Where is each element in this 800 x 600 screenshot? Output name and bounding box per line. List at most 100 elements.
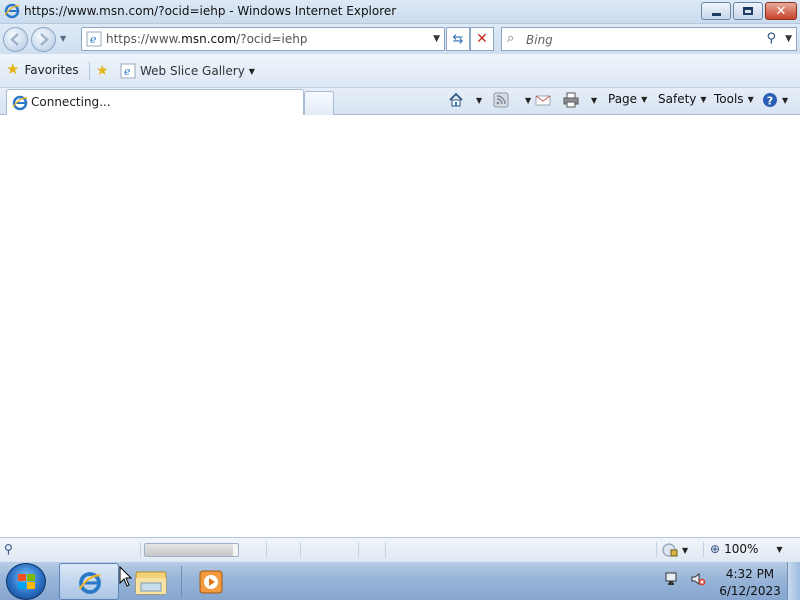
tab-active[interactable]: Connecting... [6, 89, 304, 115]
progress-fill [145, 544, 234, 556]
zoom-icon: ⊕ [710, 542, 721, 556]
status-divider [140, 542, 141, 558]
clock-time: 4:32 PM [725, 567, 775, 581]
help-button[interactable]: ? ▼ [762, 92, 788, 108]
feeds-button[interactable]: ▼ [493, 92, 531, 108]
status-divider [300, 542, 301, 558]
forward-arrow-icon [40, 33, 49, 46]
address-bar[interactable]: e https://www.msn.com/?ocid=iehp ▼ [81, 27, 445, 51]
progress-bar [144, 543, 239, 557]
mail-icon [535, 92, 551, 108]
protected-mode-button[interactable]: ▼ [662, 542, 688, 558]
windows-logo-icon [18, 574, 36, 590]
close-icon: ✕ [775, 3, 787, 19]
recent-pages-dropdown-icon[interactable]: ▼ [60, 34, 66, 43]
taskbar-windows-explorer[interactable] [132, 566, 170, 598]
favorites-bar: ★ Favorites ★ e Web Slice Gallery ▼ [0, 54, 800, 88]
close-button[interactable]: ✕ [765, 2, 797, 20]
page-content[interactable] [0, 116, 800, 537]
chevron-down-icon: ▼ [248, 66, 255, 76]
page-menu[interactable]: Page ▼ [608, 92, 647, 106]
status-divider [358, 542, 359, 558]
zoom-level: 100% [724, 542, 759, 556]
home-icon [448, 92, 464, 108]
forward-button[interactable] [31, 27, 56, 52]
ie-icon [78, 571, 102, 595]
chevron-down-icon: ▼ [747, 94, 754, 104]
chevron-down-icon: ▼ [591, 95, 598, 105]
svg-text:?: ? [767, 95, 773, 108]
rss-feed-icon [493, 92, 509, 108]
volume-muted-icon[interactable] [690, 571, 706, 587]
help-icon: ? [762, 92, 778, 108]
ie-loading-icon [12, 95, 28, 111]
taskbar-divider [181, 566, 182, 598]
folder-icon [135, 571, 167, 595]
stop-icon: ✕ [476, 31, 488, 47]
status-divider [656, 542, 657, 558]
notification-area [664, 571, 706, 587]
chevron-down-icon: ▼ [782, 95, 789, 105]
media-player-icon [199, 570, 223, 594]
stop-button[interactable]: ✕ [470, 27, 494, 51]
svg-text:e: e [124, 65, 131, 78]
minimize-button[interactable] [701, 2, 731, 20]
ie-icon [4, 3, 20, 19]
web-slice-gallery-link[interactable]: e Web Slice Gallery ▼ [120, 63, 255, 79]
tools-menu-label: Tools [714, 92, 744, 106]
safety-menu-label: Safety [658, 92, 697, 106]
tab-label: Connecting... [31, 95, 111, 109]
clock[interactable]: 4:32 PM 6/12/2023 [710, 566, 790, 600]
minimize-icon [711, 12, 721, 16]
search-icon[interactable]: ⚲ [766, 31, 776, 46]
ie-page-icon: e [86, 31, 102, 47]
address-dropdown-icon[interactable]: ▼ [433, 34, 440, 44]
title-bar: https://www.msn.com/?ocid=iehp - Windows… [0, 0, 800, 24]
taskbar-internet-explorer[interactable] [59, 563, 119, 600]
status-bar: ⚲ ▼ ⊕ 100% ▼ [0, 537, 800, 561]
status-divider [703, 542, 704, 558]
chevron-down-icon: ▼ [700, 94, 707, 104]
page-menu-label: Page [608, 92, 638, 106]
tab-row: Connecting... ▼ ▼ ▼ Page ▼ Safety ▼ Tool… [0, 88, 800, 115]
tools-menu[interactable]: Tools ▼ [714, 92, 754, 106]
search-options-dropdown-icon[interactable]: ▼ [785, 34, 792, 44]
chevron-down-icon: ▼ [682, 545, 689, 555]
action-center-icon[interactable] [664, 571, 680, 587]
new-tab-button[interactable] [304, 91, 334, 115]
favorites-button[interactable]: ★ Favorites [6, 62, 79, 77]
security-zone-icon [662, 542, 678, 558]
restore-button[interactable] [733, 2, 763, 20]
read-mail-button[interactable] [535, 92, 551, 108]
start-button[interactable] [6, 563, 46, 600]
favorites-label: Favorites [24, 62, 79, 77]
restore-icon [743, 7, 753, 15]
chevron-down-icon: ▼ [525, 95, 532, 105]
safety-menu[interactable]: Safety ▼ [658, 92, 707, 106]
web-slice-label: Web Slice Gallery [140, 64, 245, 78]
compatibility-view-button[interactable]: ⇆ [446, 27, 470, 51]
chevron-down-icon: ▼ [476, 95, 483, 105]
favorites-divider [89, 62, 90, 80]
chevron-down-icon: ▼ [641, 94, 648, 104]
search-input[interactable]: Bing [526, 33, 553, 47]
address-text[interactable]: https://www.msn.com/?ocid=iehp [106, 32, 307, 46]
search-provider-icon: ⌕ [507, 31, 515, 46]
search-box[interactable]: ⌕ Bing ⚲ ▼ [501, 27, 797, 51]
home-button[interactable]: ▼ [448, 92, 482, 108]
mouse-cursor-icon [119, 566, 133, 587]
compatibility-icon: ⇆ [452, 31, 464, 47]
chevron-down-icon: ▼ [776, 544, 783, 554]
show-desktop-button[interactable] [787, 562, 800, 600]
status-divider [266, 542, 267, 558]
add-to-favorites-bar-icon[interactable]: ★ [96, 63, 109, 79]
taskbar-media-player[interactable] [196, 568, 226, 596]
navigation-bar: ▼ e https://www.msn.com/?ocid=iehp ▼ ⇆ ✕… [0, 24, 800, 54]
back-arrow-icon [10, 33, 19, 46]
favorites-star-icon: ★ [6, 60, 20, 78]
svg-text:e: e [90, 33, 97, 46]
status-divider [385, 542, 386, 558]
back-button[interactable] [3, 27, 28, 52]
zoom-button[interactable]: ⊕ 100% ▼ [710, 542, 783, 556]
print-button[interactable]: ▼ [563, 92, 597, 108]
